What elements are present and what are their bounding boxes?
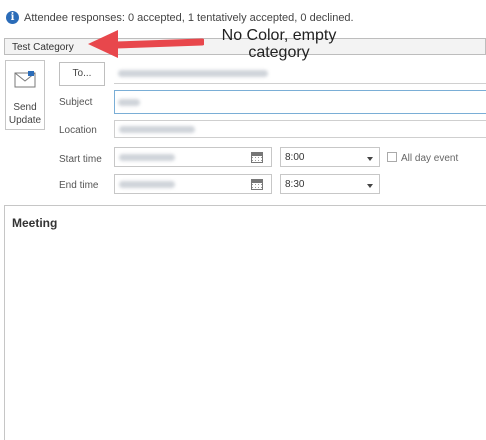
all-day-checkbox[interactable] [387, 152, 397, 162]
start-time-value: 8:00 [285, 152, 305, 163]
send-update-button[interactable]: Send Update [5, 60, 45, 130]
info-icon: i [6, 11, 19, 24]
chevron-down-icon[interactable] [367, 184, 373, 188]
chevron-down-icon[interactable] [367, 157, 373, 161]
end-time-label: End time [59, 180, 99, 191]
end-date-picker[interactable] [114, 174, 272, 194]
attendee-responses-text: Attendee responses: 0 accepted, 1 tentat… [24, 12, 354, 24]
category-label: Test Category [12, 42, 74, 53]
all-day-label: All day event [401, 153, 459, 164]
annotation-text: No Color, empty category [221, 27, 337, 61]
message-body[interactable] [4, 205, 486, 440]
subject-label: Subject [59, 97, 93, 108]
start-date-picker[interactable] [114, 147, 272, 167]
body-text: Meeting [12, 216, 58, 230]
envelope-send-icon [14, 71, 36, 88]
calendar-icon[interactable] [251, 179, 263, 190]
calendar-icon[interactable] [251, 152, 263, 163]
location-input[interactable] [114, 120, 486, 138]
to-field[interactable] [114, 64, 486, 84]
location-label: Location [59, 125, 97, 136]
start-time-label: Start time [59, 154, 102, 165]
subject-input[interactable] [114, 90, 486, 114]
annotation-arrow [88, 30, 204, 58]
to-button[interactable]: To... [59, 62, 105, 86]
end-time-dropdown[interactable]: 8:30 [280, 174, 380, 194]
send-update-label: Send Update [8, 102, 42, 126]
start-time-dropdown[interactable]: 8:00 [280, 147, 380, 167]
end-time-value: 8:30 [285, 179, 305, 190]
